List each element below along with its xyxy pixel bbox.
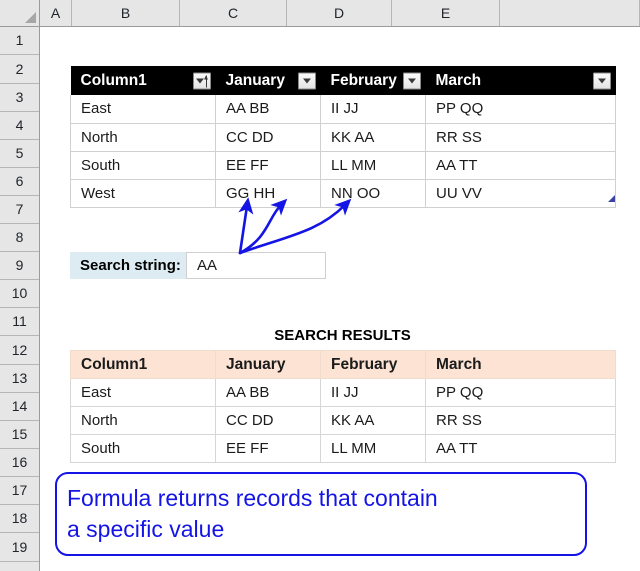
table-cell[interactable]: II JJ <box>320 95 426 124</box>
sort-ascending-glyph <box>203 75 208 87</box>
source-column-header-label: February <box>330 71 397 89</box>
select-all-triangle-icon <box>25 12 36 23</box>
table-cell[interactable]: West <box>70 179 216 208</box>
results-cell[interactable]: PP QQ <box>425 378 616 407</box>
row-header-strip: 1 2 3 4 5 6 7 8 9 10 11 12 13 14 15 16 17 18 19 <box>0 27 40 571</box>
excel-worksheet: ABCDE 1 2 3 4 5 6 7 8 9 10 11 12 13 14 15 16 17 18 19 Colu… <box>0 0 640 571</box>
row-header-4[interactable]: 4 <box>0 112 39 140</box>
row-header-16[interactable]: 16 <box>0 449 39 477</box>
table-cell[interactable]: South <box>70 151 216 180</box>
table-header-row: Column1 January February March <box>70 66 616 95</box>
results-column-header-column1: Column1 <box>70 350 216 379</box>
table-cell[interactable]: UU VV <box>425 179 616 208</box>
table-row[interactable]: North CC DD KK AA RR SS <box>70 123 616 152</box>
sort-ascending-filter-icon[interactable] <box>192 72 211 89</box>
table-cell[interactable]: AA BB <box>215 95 321 124</box>
row-header-2[interactable]: 2 <box>0 55 39 84</box>
filter-dropdown-icon[interactable] <box>592 72 611 89</box>
source-column-header-label: Column1 <box>80 71 147 89</box>
search-results-table: Column1 January February March East AA BB II … <box>70 350 616 463</box>
table-resize-handle[interactable] <box>608 195 615 202</box>
search-string-label: Search string: <box>70 252 186 279</box>
column-header-b[interactable]: B <box>72 0 180 26</box>
table-cell[interactable]: GG HH <box>215 179 321 208</box>
column-header-blank[interactable] <box>500 0 640 26</box>
table-row[interactable]: West GG HH NN OO UU VV <box>70 179 616 208</box>
row-header-8[interactable]: 8 <box>0 224 39 252</box>
results-row[interactable]: East AA BB II JJ PP QQ <box>70 378 616 407</box>
row-header-5[interactable]: 5 <box>0 140 39 168</box>
table-row[interactable]: South EE FF LL MM AA TT <box>70 151 616 180</box>
results-cell[interactable]: AA BB <box>215 378 321 407</box>
row-header-7[interactable]: 7 <box>0 196 39 224</box>
row-header-3[interactable]: 3 <box>0 84 39 112</box>
row-header-6[interactable]: 6 <box>0 168 39 196</box>
table-cell[interactable]: AA TT <box>425 151 616 180</box>
triangle-glyph <box>407 78 416 84</box>
row-header-12[interactable]: 12 <box>0 336 39 365</box>
table-cell[interactable]: EE FF <box>215 151 321 180</box>
search-string-input[interactable]: AA <box>186 252 326 279</box>
results-column-header-january: January <box>215 350 321 379</box>
triangle-glyph <box>195 78 204 84</box>
results-cell[interactable]: North <box>70 406 216 435</box>
row-header-18[interactable]: 18 <box>0 505 39 533</box>
results-row[interactable]: North CC DD KK AA RR SS <box>70 406 616 435</box>
row-header-14[interactable]: 14 <box>0 393 39 421</box>
column-header-d[interactable]: D <box>287 0 392 26</box>
table-cell[interactable]: KK AA <box>320 123 426 152</box>
source-data-table[interactable]: Column1 January February March East AA BB II … <box>70 66 616 208</box>
row-header-9[interactable]: 9 <box>0 252 39 280</box>
filter-dropdown-icon[interactable] <box>297 72 316 89</box>
source-column-header-march[interactable]: March <box>425 66 616 95</box>
results-row[interactable]: South EE FF LL MM AA TT <box>70 434 616 463</box>
row-header-15[interactable]: 15 <box>0 421 39 449</box>
column-header-a[interactable]: A <box>40 0 72 26</box>
table-row[interactable]: East AA BB II JJ PP QQ <box>70 95 616 124</box>
row-header-13[interactable]: 13 <box>0 365 39 393</box>
table-cell[interactable]: CC DD <box>215 123 321 152</box>
results-cell[interactable]: CC DD <box>215 406 321 435</box>
row-header-17[interactable]: 17 <box>0 477 39 505</box>
row-header-19[interactable]: 19 <box>0 533 39 562</box>
results-cell[interactable]: EE FF <box>215 434 321 463</box>
row-header-1[interactable]: 1 <box>0 27 39 55</box>
search-results-title: SEARCH RESULTS <box>274 327 411 344</box>
grid-cell-area: Column1 January February March East AA BB II … <box>41 28 640 571</box>
filter-dropdown-icon[interactable] <box>402 72 421 89</box>
column-header-c[interactable]: C <box>180 0 287 26</box>
column-header-strip: ABCDE <box>40 0 640 27</box>
column-header-e[interactable]: E <box>392 0 500 26</box>
table-cell[interactable]: East <box>70 95 216 124</box>
triangle-glyph <box>302 78 311 84</box>
results-header-row: Column1 January February March <box>70 350 616 379</box>
row-header-10[interactable]: 10 <box>0 280 39 308</box>
results-cell[interactable]: AA TT <box>425 434 616 463</box>
results-cell[interactable]: RR SS <box>425 406 616 435</box>
callout-textbox: Formula returns records that contain a s… <box>55 472 587 556</box>
source-column-header-label: March <box>435 71 482 89</box>
triangle-glyph <box>597 78 606 84</box>
results-column-header-february: February <box>320 350 426 379</box>
results-cell[interactable]: LL MM <box>320 434 426 463</box>
table-cell[interactable]: PP QQ <box>425 95 616 124</box>
source-column-header-label: January <box>225 71 285 89</box>
source-column-header-february[interactable]: February <box>320 66 426 95</box>
results-cell[interactable]: KK AA <box>320 406 426 435</box>
table-cell[interactable]: NN OO <box>320 179 426 208</box>
table-cell[interactable]: RR SS <box>425 123 616 152</box>
source-column-header-column1[interactable]: Column1 <box>70 66 216 95</box>
select-all-corner[interactable] <box>0 0 40 27</box>
results-cell[interactable]: South <box>70 434 216 463</box>
source-column-header-january[interactable]: January <box>215 66 321 95</box>
row-header-11[interactable]: 11 <box>0 308 39 336</box>
table-cell[interactable]: North <box>70 123 216 152</box>
table-cell[interactable]: LL MM <box>320 151 426 180</box>
results-cell[interactable]: II JJ <box>320 378 426 407</box>
results-cell[interactable]: East <box>70 378 216 407</box>
results-column-header-march: March <box>425 350 616 379</box>
